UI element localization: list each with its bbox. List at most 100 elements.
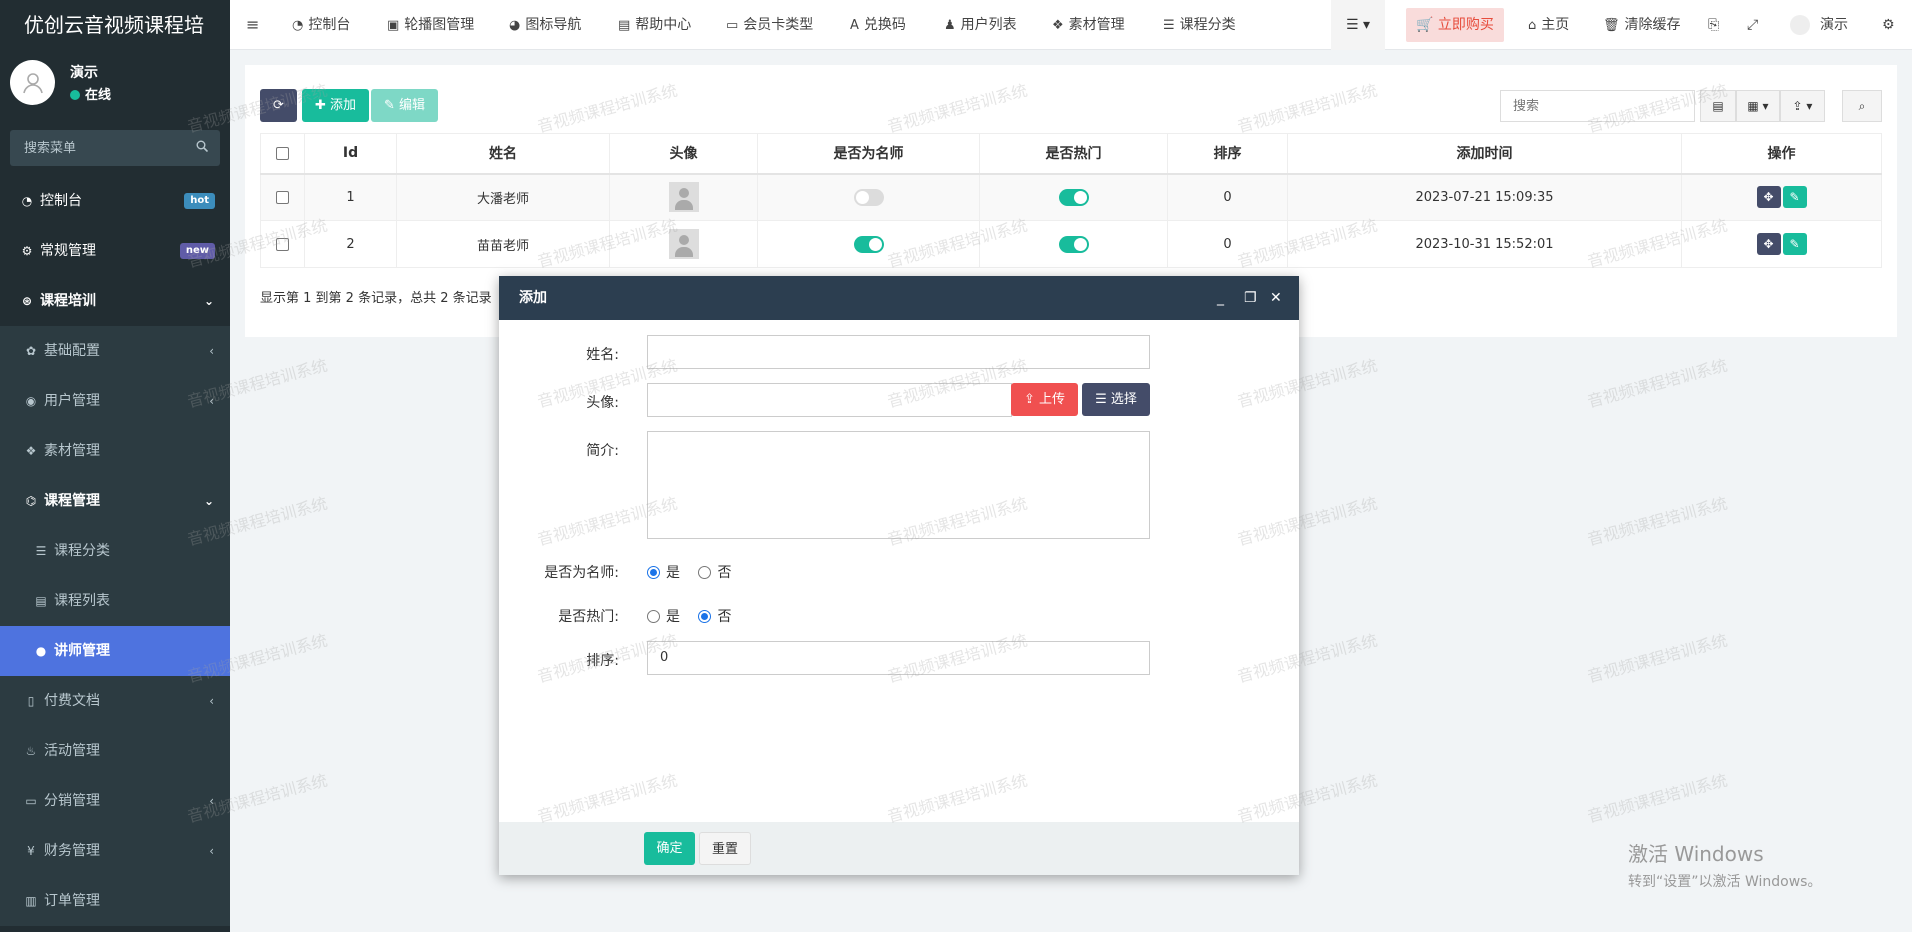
hot-yes-option[interactable]: 是 <box>647 609 680 625</box>
columns-button[interactable]: ▦ ▾ <box>1736 90 1780 122</box>
search-icon[interactable] <box>196 140 209 156</box>
famous-toggle[interactable] <box>853 235 884 253</box>
sidebar-item-material[interactable]: ❖ 素材管理 <box>0 426 230 476</box>
table-row[interactable]: 2 苗苗老师 0 2023-10-31 15:52:01 ✥ ✎ <box>260 220 1882 268</box>
famous-no-option[interactable]: 否 <box>698 565 731 581</box>
menu-toggle-icon[interactable]: ≡ <box>246 0 259 50</box>
sidebar-item-course-list[interactable]: ▤ 课程列表 <box>0 576 230 626</box>
avatar-thumbnail[interactable] <box>668 182 699 213</box>
teacher-icon: ● <box>35 644 47 658</box>
choose-button[interactable]: ☰ 选择 <box>1082 383 1150 416</box>
sidebar-item-orders[interactable]: ▥ 订单管理 <box>0 876 230 926</box>
table-row[interactable]: 1 大潘老师 0 2023-07-21 15:09:35 ✥ ✎ <box>260 173 1882 221</box>
chevron-left-icon: ‹ <box>209 394 214 408</box>
topnav-card-type[interactable]: ▭ 会员卡类型 <box>726 0 813 50</box>
radio-checked-icon <box>698 610 712 623</box>
sidebar-item-finance[interactable]: ¥ 财务管理 ‹ <box>0 826 230 876</box>
dialog-header[interactable]: 添加 _ ❐ ✕ <box>499 276 1299 320</box>
search-toggle-button[interactable]: ⌕ <box>1842 90 1882 122</box>
dashboard-icon: ◔ <box>292 18 304 33</box>
intro-textarea[interactable] <box>647 431 1150 539</box>
table-search-input[interactable] <box>1500 90 1695 122</box>
sidebar-search-input[interactable] <box>10 130 190 166</box>
reset-button[interactable]: 重置 <box>699 832 751 865</box>
col-hot: 是否热门 <box>979 133 1168 175</box>
sidebar-item-general[interactable]: ⚙ 常规管理 new <box>0 226 230 276</box>
sort-field[interactable]: 0 <box>647 641 1150 675</box>
gear-icon: ✿ <box>25 344 37 358</box>
topnav-user-list[interactable]: ♟ 用户列表 <box>944 0 1017 50</box>
cell-id: 1 <box>304 173 397 221</box>
bar-chart-icon: ▥ <box>25 894 37 908</box>
topnav-help[interactable]: ▤ 帮助中心 <box>618 0 691 50</box>
fullscreen-icon[interactable]: ⤢ <box>1747 0 1758 50</box>
topnav-material[interactable]: ❖ 素材管理 <box>1052 0 1125 50</box>
activation-title: 激活 Windows <box>1628 842 1764 866</box>
maximize-icon[interactable]: ❐ <box>1244 276 1257 320</box>
settings-icon[interactable]: ⚙ <box>1882 0 1895 50</box>
row-edit-button[interactable]: ✎ <box>1782 233 1807 255</box>
course-icon: ⊛ <box>21 294 33 308</box>
row-checkbox[interactable] <box>260 220 305 268</box>
sidebar-item-course-manage[interactable]: ⌬ 课程管理 ⌄ <box>0 476 230 526</box>
sidebar-item-course-category[interactable]: ☰ 课程分类 <box>0 526 230 576</box>
name-label: 姓名: <box>586 347 619 363</box>
toggle-view-button[interactable]: ▤ <box>1700 90 1736 122</box>
cell-time: 2023-10-31 15:52:01 <box>1287 220 1682 268</box>
sidebar-item-teacher-manage[interactable]: ● 讲师管理 <box>0 626 230 676</box>
language-icon[interactable]: ⎘ <box>1708 0 1719 50</box>
topnav-dashboard[interactable]: ◔ 控制台 <box>292 0 350 50</box>
add-button[interactable]: ✚ 添加 <box>302 89 369 122</box>
cell-hot <box>979 173 1168 221</box>
select-all-checkbox[interactable] <box>260 133 305 175</box>
avatar-thumbnail[interactable] <box>668 229 699 259</box>
famous-toggle[interactable] <box>853 188 884 206</box>
watermark-text: 音视频课程培训系统 <box>1585 770 1730 827</box>
cell-famous <box>757 220 980 268</box>
nav-list-dropdown[interactable]: ☰ ▾ <box>1331 0 1385 50</box>
confirm-button[interactable]: 确定 <box>644 832 695 865</box>
yen-icon: ¥ <box>27 844 35 858</box>
sidebar-item-activity[interactable]: ♨ 活动管理 <box>0 726 230 776</box>
drag-sort-button[interactable]: ✥ <box>1756 186 1781 209</box>
cell-hot <box>979 220 1168 268</box>
hot-toggle[interactable] <box>1058 235 1089 253</box>
topnav-user[interactable]: 演示 <box>1790 0 1848 50</box>
famous-yes-option[interactable]: 是 <box>647 565 680 581</box>
drag-sort-button[interactable]: ✥ <box>1756 233 1781 255</box>
hot-no-option[interactable]: 否 <box>698 609 731 625</box>
topnav-home[interactable]: ⌂ 主页 <box>1528 0 1569 50</box>
col-actions: 操作 <box>1681 133 1882 175</box>
sidebar-item-distribution[interactable]: ▭ 分销管理 ‹ <box>0 776 230 826</box>
refresh-button[interactable]: ⟳ <box>260 89 297 122</box>
row-checkbox[interactable] <box>260 173 305 221</box>
cell-name: 苗苗老师 <box>396 220 610 268</box>
clear-cache-button[interactable]: 🗑 清除缓存 <box>1603 0 1681 50</box>
hot-toggle[interactable] <box>1058 188 1089 206</box>
minimize-icon[interactable]: _ <box>1217 276 1224 320</box>
app-logo-title[interactable]: 优创云音视频课程培 <box>0 0 230 50</box>
col-sort[interactable]: 排序 <box>1167 133 1288 175</box>
sidebar-item-user-manage[interactable]: ◉ 用户管理 ‹ <box>0 376 230 426</box>
sidebar-item-paid-docs[interactable]: ▯ 付费文档 ‹ <box>0 676 230 726</box>
topnav-course-category[interactable]: ☰ 课程分类 <box>1163 0 1236 50</box>
dialog-title: 添加 <box>519 290 547 306</box>
row-edit-button[interactable]: ✎ <box>1782 186 1807 209</box>
sidebar-item-dashboard[interactable]: ◔ 控制台 hot <box>0 176 230 226</box>
close-icon[interactable]: ✕ <box>1270 276 1282 320</box>
edit-button[interactable]: ✎ 编辑 <box>371 89 438 122</box>
user-panel: 演示 在线 <box>0 50 230 120</box>
avatar-field[interactable] <box>647 383 1012 417</box>
buy-button[interactable]: 🛒 立即购买 <box>1406 8 1504 42</box>
topnav-redeem[interactable]: A 兑换码 <box>850 0 906 50</box>
topnav-icon-nav[interactable]: ◕ 图标导航 <box>509 0 581 50</box>
topnav-carousel[interactable]: ▣ 轮播图管理 <box>387 0 474 50</box>
chevron-left-icon: ‹ <box>209 794 214 808</box>
sidebar-item-course-training[interactable]: ⊛ 课程培训 ⌄ <box>0 276 230 326</box>
upload-button[interactable]: ⇪ 上传 <box>1011 383 1078 416</box>
name-field[interactable] <box>647 335 1150 369</box>
col-id[interactable]: Id <box>304 133 397 175</box>
export-button[interactable]: ⇪ ▾ <box>1780 90 1825 122</box>
sidebar-item-basic-config[interactable]: ✿ 基础配置 ‹ <box>0 326 230 376</box>
chevron-left-icon: ‹ <box>209 694 214 708</box>
